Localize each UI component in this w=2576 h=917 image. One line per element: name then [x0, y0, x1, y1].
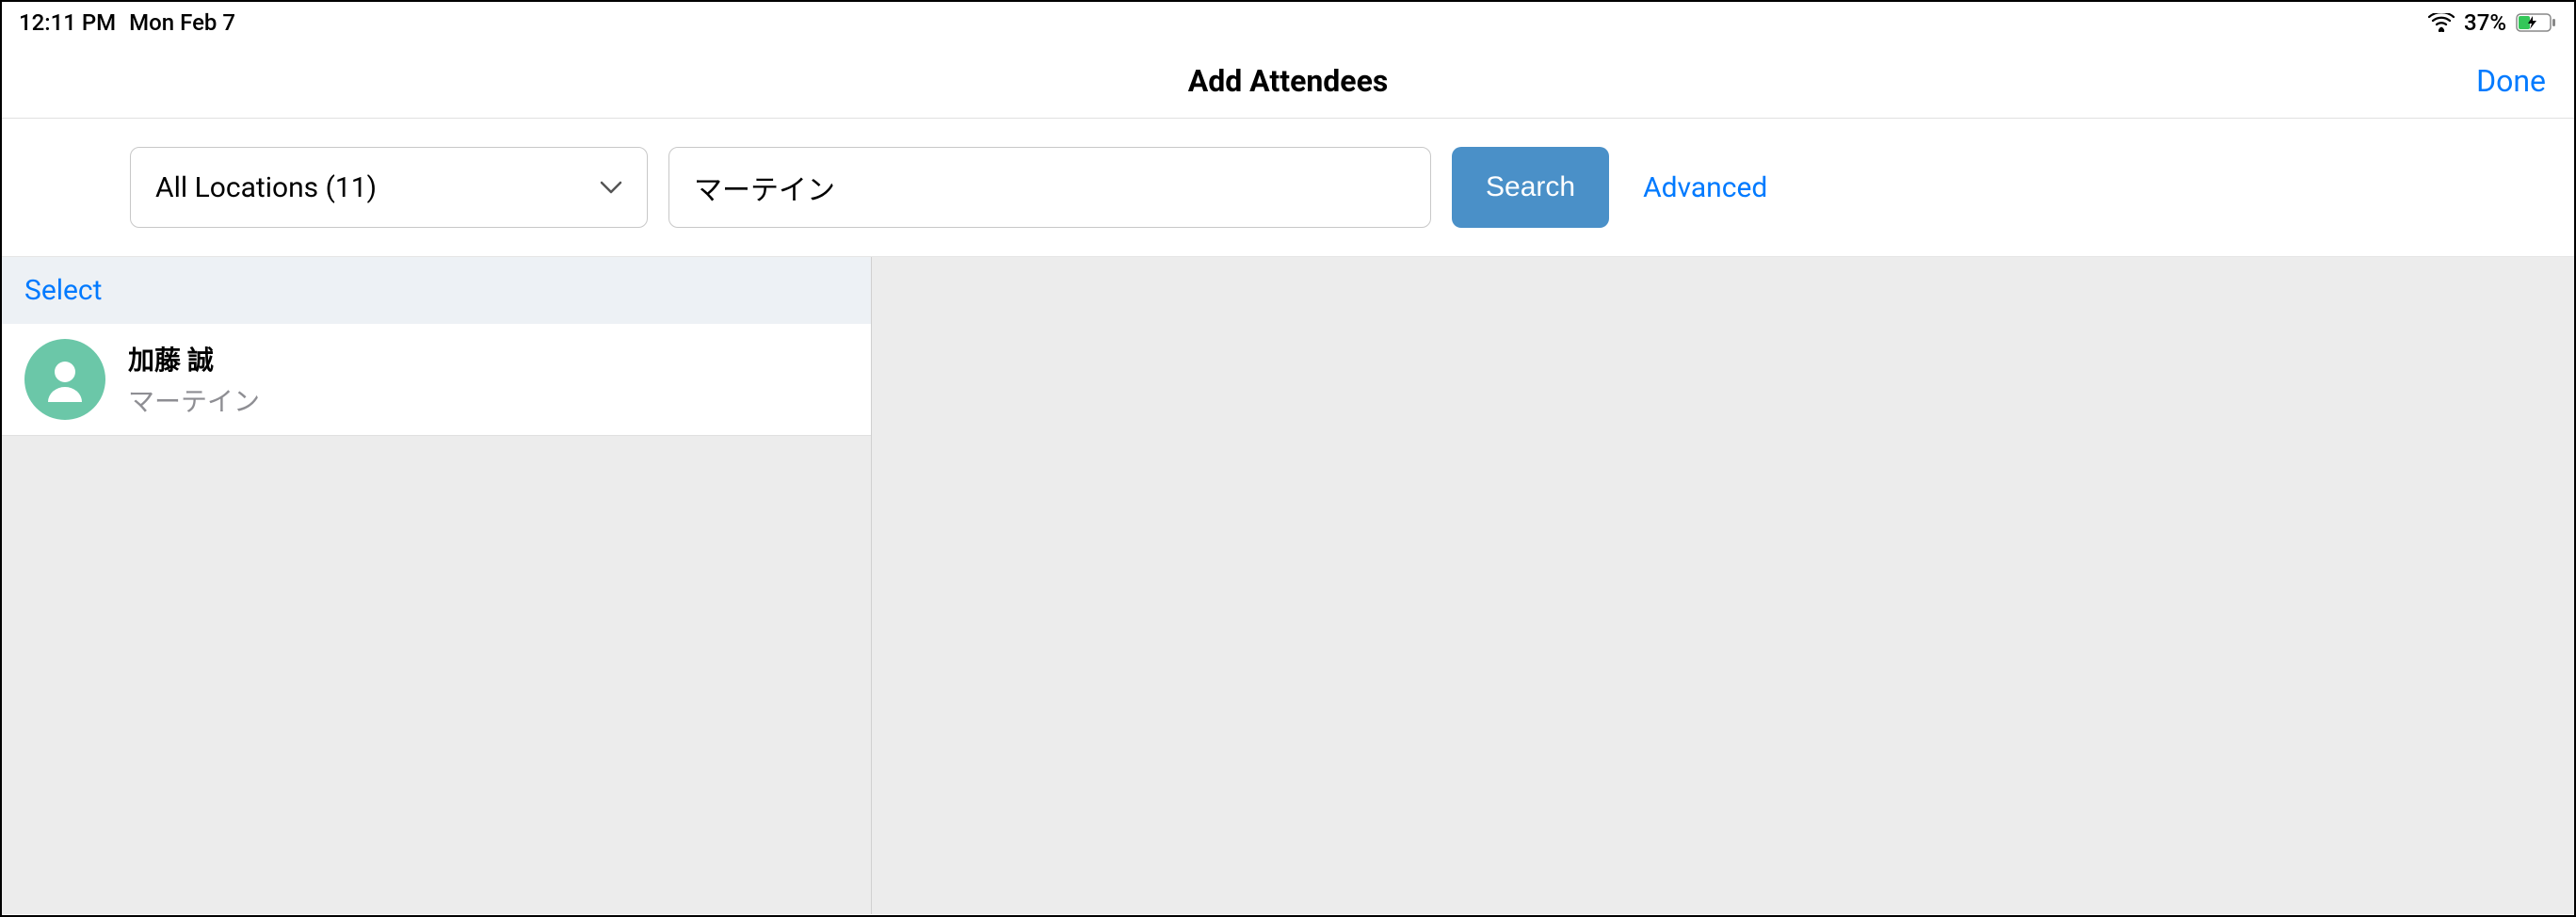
result-text: 加藤 誠 マーテイン: [128, 340, 260, 419]
location-select-label: All Locations (11): [155, 171, 377, 204]
status-bar: 12:11 PM Mon Feb 7 37%: [2, 2, 2574, 43]
search-button[interactable]: Search: [1452, 147, 1609, 228]
status-time: 12:11 PM: [19, 9, 116, 36]
wifi-icon: [2428, 13, 2455, 32]
result-sub: マーテイン: [128, 381, 260, 419]
battery-icon: [2516, 12, 2557, 33]
battery-percent: 37%: [2464, 9, 2506, 36]
list-item[interactable]: 加藤 誠 マーテイン: [2, 324, 871, 436]
result-name: 加藤 誠: [128, 340, 260, 378]
select-header[interactable]: Select: [2, 257, 871, 324]
results-panel: Select 加藤 誠 マーテイン: [2, 257, 872, 914]
search-input[interactable]: [668, 147, 1431, 228]
search-bar: All Locations (11) Search Advanced: [2, 119, 2574, 257]
detail-panel: [872, 257, 2574, 914]
done-button[interactable]: Done: [2476, 63, 2546, 99]
location-select[interactable]: All Locations (11): [130, 147, 648, 228]
status-date: Mon Feb 7: [129, 9, 235, 36]
avatar: [24, 339, 105, 420]
status-right: 37%: [2428, 9, 2557, 36]
content-area: Select 加藤 誠 マーテイン: [2, 257, 2574, 914]
nav-bar: Add Attendees Done: [2, 43, 2574, 119]
advanced-link[interactable]: Advanced: [1643, 171, 1767, 204]
status-left: 12:11 PM Mon Feb 7: [19, 9, 235, 36]
chevron-down-icon: [600, 181, 622, 194]
page-title: Add Attendees: [1188, 63, 1389, 99]
